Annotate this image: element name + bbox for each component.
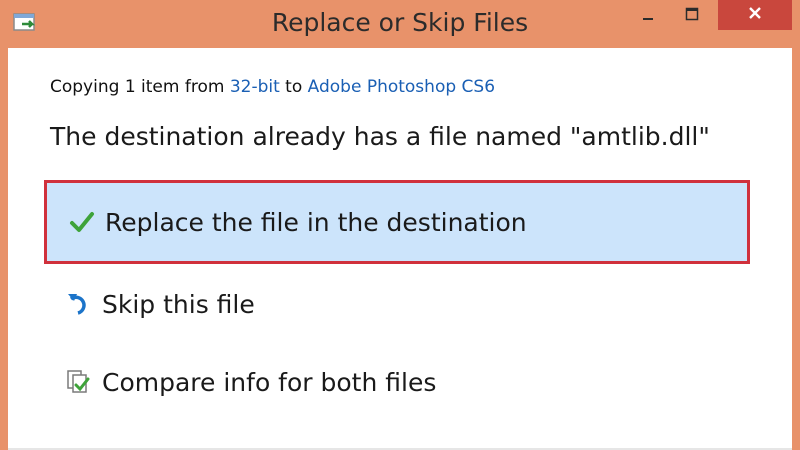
skip-file-option[interactable]: Skip this file bbox=[44, 264, 750, 344]
close-button[interactable] bbox=[718, 0, 792, 30]
title-bar[interactable]: Replace or Skip Files bbox=[0, 0, 800, 48]
green-checkmark-icon bbox=[69, 209, 95, 235]
replace-file-option[interactable]: Replace the file in the destination bbox=[44, 180, 750, 264]
minimize-icon bbox=[641, 6, 655, 25]
copy-middle: to bbox=[279, 77, 308, 97]
conflict-message: The destination already has a file named… bbox=[50, 122, 710, 151]
maximize-icon bbox=[685, 6, 699, 25]
option-label: Skip this file bbox=[102, 289, 255, 319]
copy-prefix: Copying 1 item from bbox=[50, 77, 230, 97]
maximize-button[interactable] bbox=[672, 0, 712, 30]
option-label: Replace the file in the destination bbox=[105, 207, 527, 237]
minimize-button[interactable] bbox=[628, 0, 668, 30]
replace-skip-dialog: Replace or Skip Files Copying 1 item fro… bbox=[0, 0, 800, 450]
destination-folder-link[interactable]: Adobe Photoshop CS6 bbox=[308, 77, 495, 97]
compare-files-option[interactable]: Compare info for both files bbox=[44, 342, 750, 422]
copy-status-text: Copying 1 item from 32-bit to Adobe Phot… bbox=[50, 77, 495, 97]
source-folder-link[interactable]: 32-bit bbox=[230, 77, 280, 97]
dialog-body: Copying 1 item from 32-bit to Adobe Phot… bbox=[8, 48, 792, 450]
close-icon bbox=[747, 5, 763, 25]
skip-arrow-icon bbox=[66, 291, 92, 317]
compare-files-icon bbox=[66, 369, 92, 395]
option-label: Compare info for both files bbox=[102, 367, 437, 397]
